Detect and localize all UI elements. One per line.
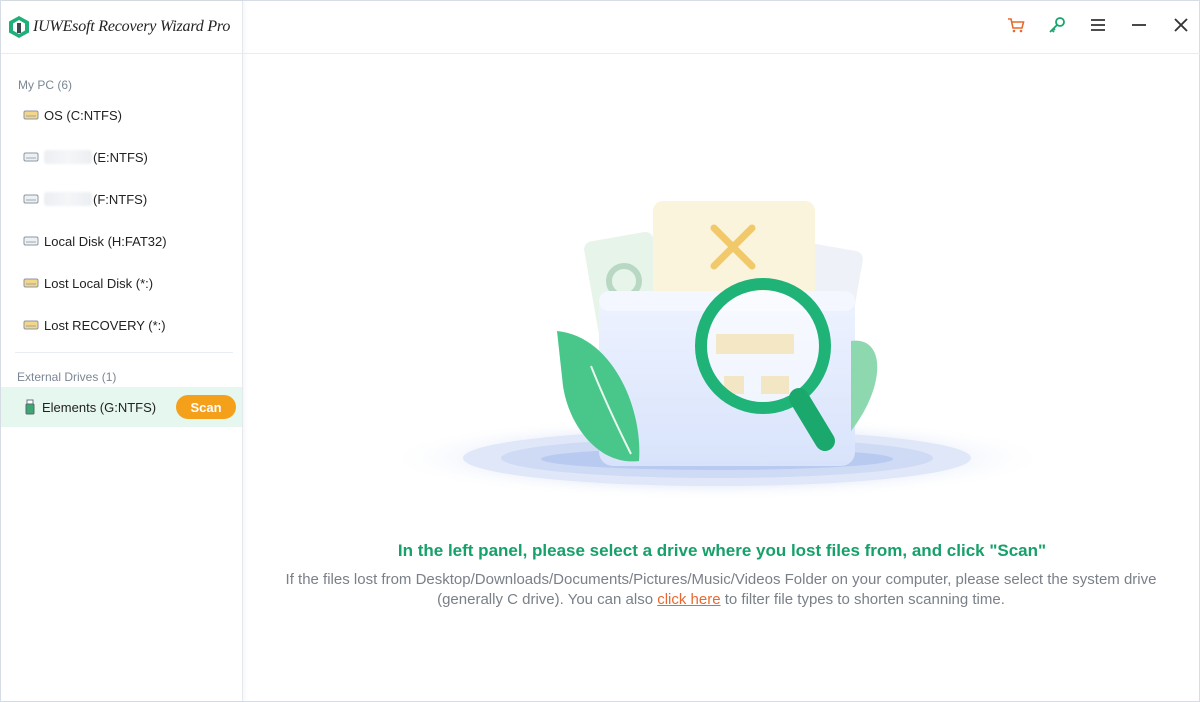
close-icon[interactable] <box>1169 13 1193 37</box>
sidebar-divider <box>15 352 233 353</box>
hard-drive-icon <box>23 110 39 120</box>
redacted-name <box>44 192 92 206</box>
drive-item-f[interactable]: (F:NTFS) <box>1 179 242 219</box>
hard-drive-icon <box>23 152 39 162</box>
key-icon[interactable] <box>1045 13 1069 37</box>
hard-drive-icon <box>23 278 39 288</box>
drive-item-c[interactable]: OS (C:NTFS) <box>1 95 242 135</box>
scan-button[interactable]: Scan <box>176 395 236 419</box>
cart-icon[interactable] <box>1004 13 1028 37</box>
app-window: IUWEsoft Recovery Wizard Pro My PC (6) O… <box>0 0 1200 702</box>
search-folder-illustration <box>383 201 1051 500</box>
drive-item-lost-recovery[interactable]: Lost RECOVERY (*:) <box>1 305 242 345</box>
drive-item-g[interactable]: Elements (G:NTFS) Scan <box>1 387 242 427</box>
instruction-headline: In the left panel, please select a drive… <box>397 541 1047 560</box>
drive-item-lost-local[interactable]: Lost Local Disk (*:) <box>1 263 242 303</box>
redacted-name <box>44 150 92 164</box>
app-logo-icon <box>9 16 29 38</box>
title-bar <box>243 1 1200 54</box>
hard-drive-icon <box>23 236 39 246</box>
sidebar: IUWEsoft Recovery Wizard Pro My PC (6) O… <box>1 1 243 701</box>
drive-label: Local Disk (H:FAT32) <box>44 233 167 249</box>
drive-label: OS (C:NTFS) <box>44 107 122 123</box>
drive-label: Lost Local Disk (*:) <box>44 275 154 291</box>
app-title: IUWEsoft Recovery Wizard Pro <box>33 18 231 35</box>
menu-icon[interactable] <box>1086 13 1110 37</box>
brand: IUWEsoft Recovery Wizard Pro <box>1 1 242 54</box>
my-pc-label: My PC (6) <box>18 78 72 92</box>
drive-label: (E:NTFS) <box>93 149 148 165</box>
external-drives-label: External Drives (1) <box>17 370 117 384</box>
usb-drive-icon <box>25 399 35 415</box>
drive-label: Elements (G:NTFS) <box>42 399 157 415</box>
instruction-description: If the files lost from Desktop/Downloads… <box>281 570 1161 610</box>
hard-drive-icon <box>23 320 39 330</box>
minimize-icon[interactable] <box>1127 13 1151 37</box>
drive-item-h[interactable]: Local Disk (H:FAT32) <box>1 221 242 261</box>
filter-link[interactable]: click here <box>657 591 720 608</box>
drive-label: Lost RECOVERY (*:) <box>44 317 166 333</box>
desc-text-end: to filter file types to shorten scanning… <box>720 591 1005 608</box>
drive-label: (F:NTFS) <box>93 191 148 207</box>
drive-item-e[interactable]: (E:NTFS) <box>1 137 242 177</box>
hard-drive-icon <box>23 194 39 204</box>
